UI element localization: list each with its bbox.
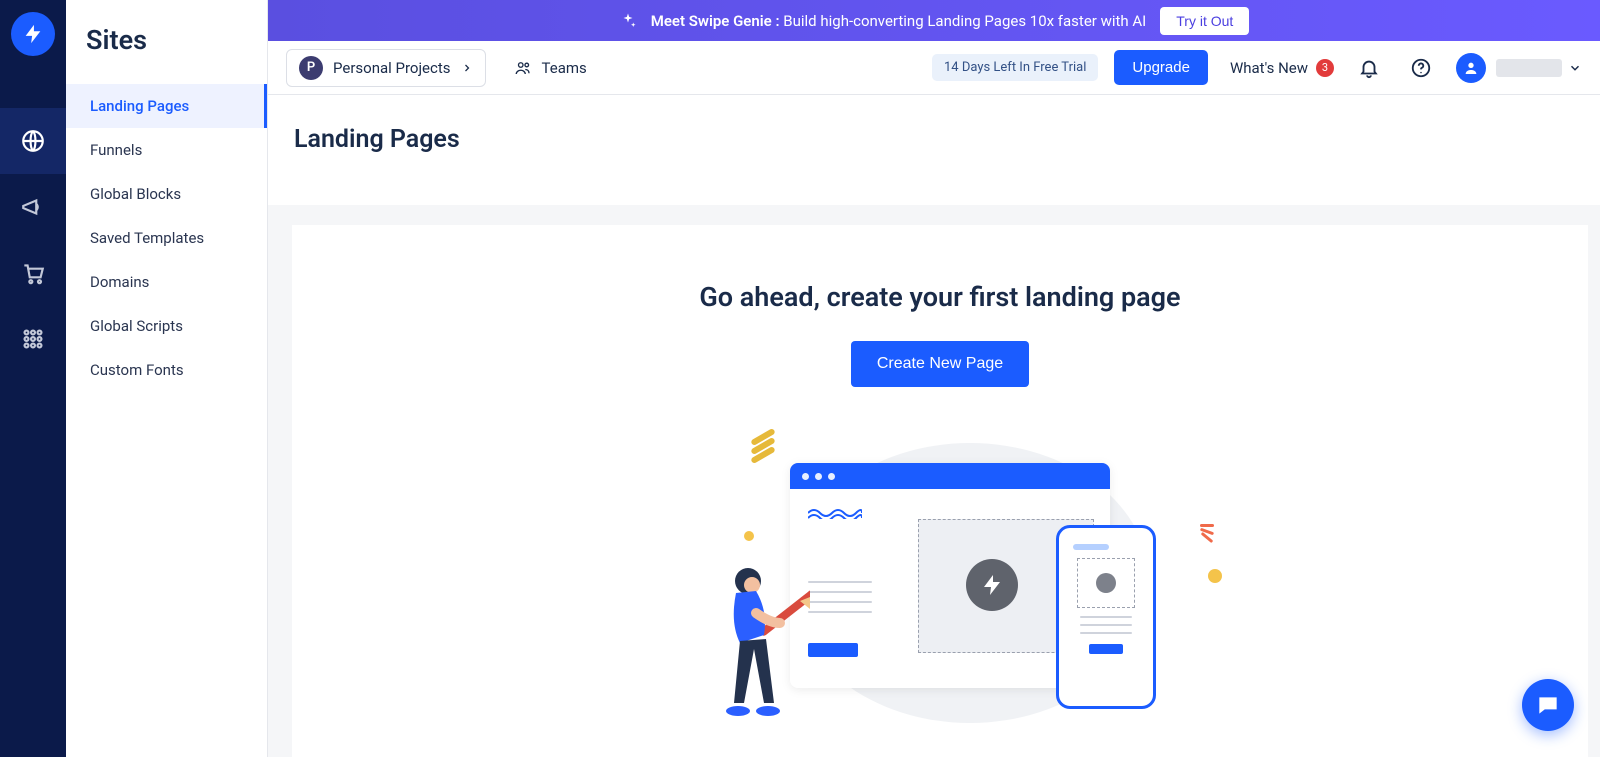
- sidebar-item-global-blocks[interactable]: Global Blocks: [66, 172, 267, 216]
- whats-new-link[interactable]: What's New 3: [1230, 59, 1334, 77]
- user-name-placeholder[interactable]: [1496, 59, 1562, 77]
- help-icon[interactable]: [1404, 57, 1438, 79]
- whats-new-badge: 3: [1316, 59, 1334, 77]
- sidebar-title: Sites: [66, 0, 267, 84]
- notifications-icon[interactable]: [1352, 57, 1386, 79]
- content-area: Go ahead, create your first landing page…: [292, 225, 1588, 757]
- trial-pill[interactable]: 14 Days Left In Free Trial: [932, 54, 1098, 81]
- try-it-out-button[interactable]: Try it Out: [1160, 7, 1249, 35]
- teams-icon: [514, 59, 532, 77]
- empty-state-title: Go ahead, create your first landing page: [699, 281, 1180, 313]
- header: P Personal Projects Teams 14 Days Left I…: [268, 41, 1600, 95]
- whats-new-label: What's New: [1230, 59, 1308, 77]
- icon-rail: [0, 0, 66, 757]
- sidebar-item-domains[interactable]: Domains: [66, 260, 267, 304]
- sidebar-item-funnels[interactable]: Funnels: [66, 128, 267, 172]
- sidebar-item-custom-fonts[interactable]: Custom Fonts: [66, 348, 267, 392]
- project-name: Personal Projects: [333, 59, 451, 77]
- create-new-page-button[interactable]: Create New Page: [851, 341, 1029, 387]
- empty-state-illustration: [710, 433, 1170, 733]
- promo-banner: Meet Swipe Genie : Build high-converting…: [268, 0, 1600, 41]
- project-selector[interactable]: P Personal Projects: [286, 49, 486, 87]
- user-avatar[interactable]: [1456, 53, 1486, 83]
- sidebar: Sites Landing Pages Funnels Global Block…: [66, 0, 268, 757]
- upgrade-button[interactable]: Upgrade: [1114, 50, 1208, 85]
- sparkle-icon: [619, 12, 637, 30]
- nav-apps-icon[interactable]: [0, 306, 66, 372]
- chat-bubble-button[interactable]: [1522, 679, 1574, 731]
- project-badge: P: [299, 56, 323, 80]
- nav-announce-icon[interactable]: [0, 174, 66, 240]
- empty-state-card: Go ahead, create your first landing page…: [292, 225, 1588, 757]
- chevron-down-icon[interactable]: [1568, 61, 1582, 75]
- promo-text: Meet Swipe Genie : Build high-converting…: [651, 12, 1147, 30]
- page-heading: Landing Pages: [268, 95, 1600, 205]
- sidebar-item-landing-pages[interactable]: Landing Pages: [66, 84, 267, 128]
- nav-cart-icon[interactable]: [0, 240, 66, 306]
- sidebar-item-saved-templates[interactable]: Saved Templates: [66, 216, 267, 260]
- chevron-right-icon: [461, 62, 473, 74]
- nav-sites-icon[interactable]: [0, 108, 66, 174]
- sidebar-item-global-scripts[interactable]: Global Scripts: [66, 304, 267, 348]
- teams-link[interactable]: Teams: [514, 59, 587, 77]
- teams-label: Teams: [542, 59, 587, 77]
- app-logo[interactable]: [11, 12, 55, 56]
